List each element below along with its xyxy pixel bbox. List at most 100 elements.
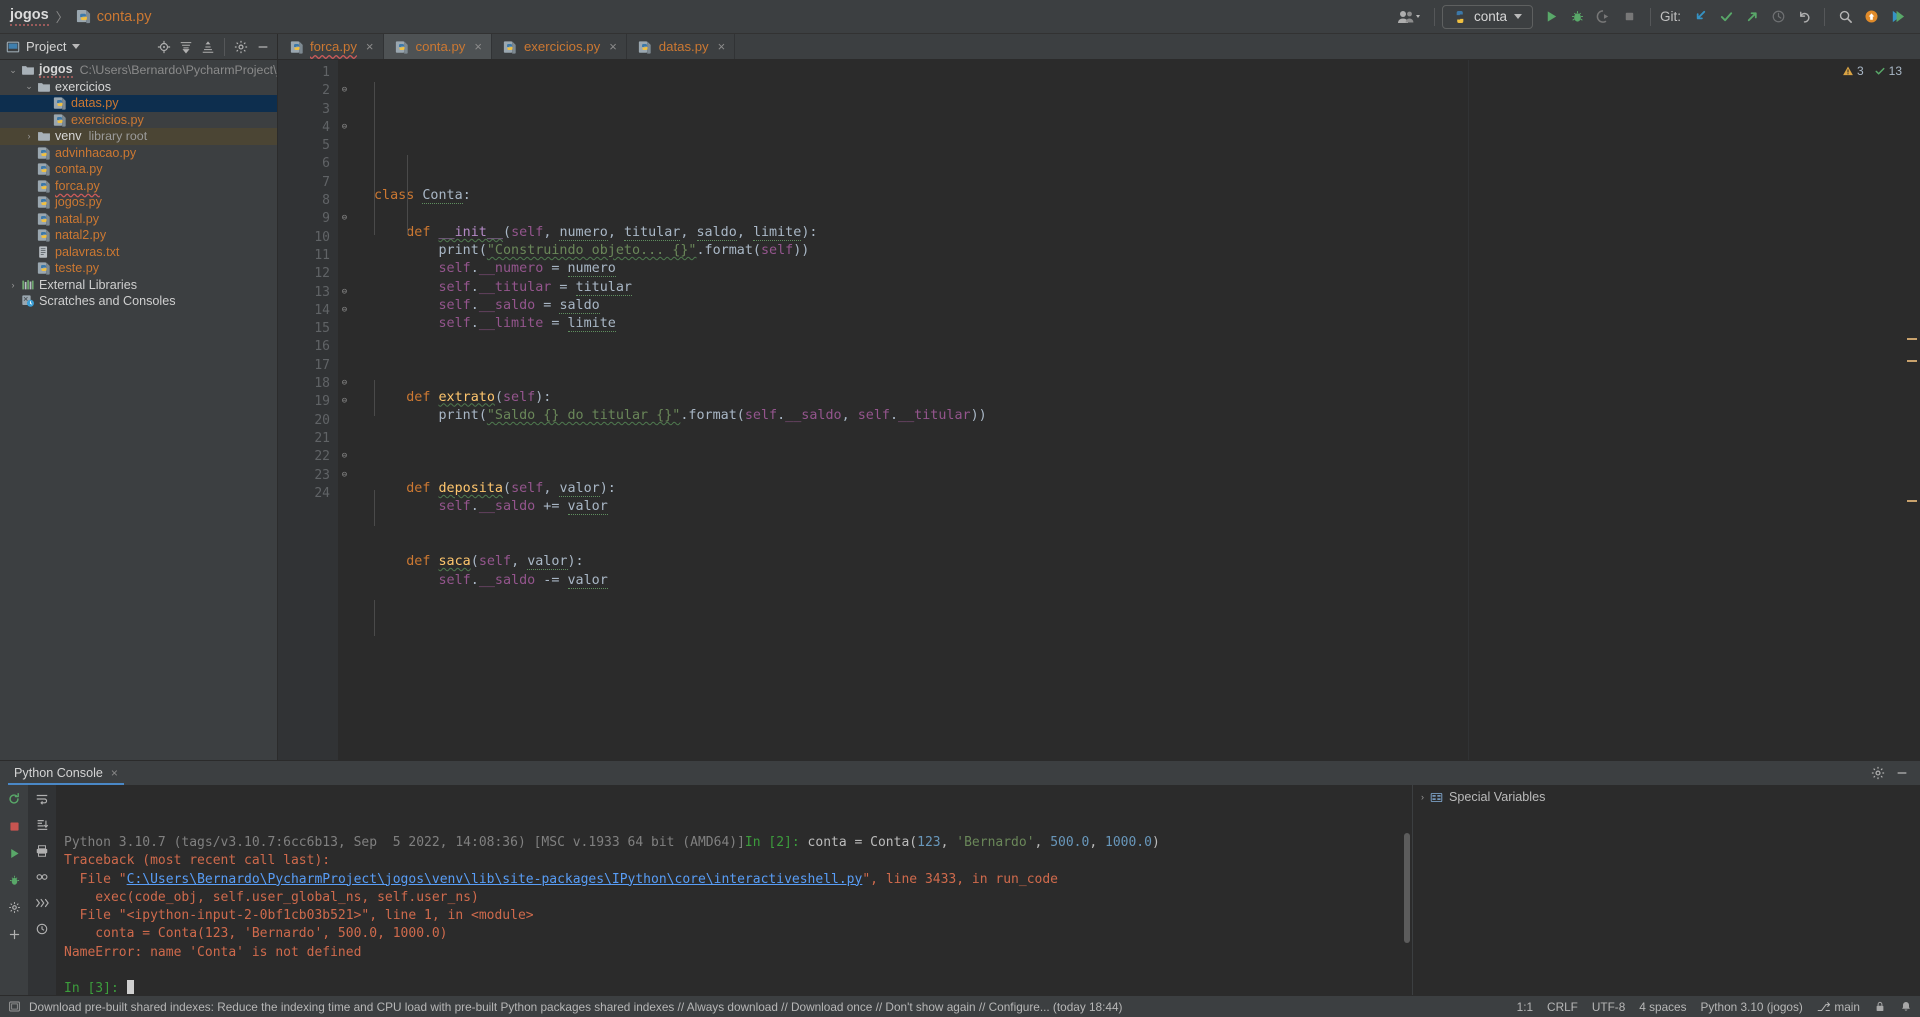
traceback-file-link[interactable]: C:\Users\Bernardo\PycharmProject\jogos\v… bbox=[127, 872, 863, 887]
gutter-line-9[interactable]: 9 ⊖ bbox=[278, 210, 347, 228]
tree-item-jogos[interactable]: ⌄ jogos C:\Users\Bernardo\PycharmProject\j… bbox=[0, 62, 277, 79]
tree-item-natal2-py[interactable]: natal2.py bbox=[0, 227, 277, 244]
close-icon[interactable]: × bbox=[474, 39, 482, 54]
history-icon[interactable] bbox=[1765, 5, 1791, 29]
tree-item-external-libraries[interactable]: › External Libraries bbox=[0, 277, 277, 294]
status-line-separator[interactable]: CRLF bbox=[1547, 1000, 1578, 1014]
status-caret-position[interactable]: 1:1 bbox=[1517, 1000, 1533, 1014]
chevron-down-icon[interactable]: ⌄ bbox=[6, 65, 20, 76]
code-line-6[interactable]: self.__numero = numero bbox=[374, 260, 1468, 278]
editor-gutter[interactable]: 1 2 ⊖ 3 4 ⊖ 5 6 7 8 9 ⊖ 10 11 12 13 ⊖ 14 ⊖ 15 16 17 18 ⊖ 19 ⊖ 20 21… bbox=[278, 60, 347, 760]
search-everywhere-icon[interactable] bbox=[1832, 5, 1858, 29]
code-line-15[interactable] bbox=[374, 425, 1468, 443]
editor-marker[interactable] bbox=[1907, 338, 1917, 340]
run-icon[interactable] bbox=[1539, 5, 1565, 29]
tab-python-console[interactable]: Python Console × bbox=[8, 761, 124, 785]
chevron-right-icon[interactable]: › bbox=[6, 280, 20, 290]
code-line-2[interactable]: class Conta: bbox=[374, 187, 1468, 205]
editor-tab-exercicios-py[interactable]: exercicios.py × bbox=[492, 34, 627, 59]
warning-count[interactable]: 3 bbox=[1842, 64, 1864, 78]
git-push-icon[interactable] bbox=[1739, 5, 1765, 29]
gutter-line-8[interactable]: 8 bbox=[278, 192, 338, 210]
close-icon[interactable]: × bbox=[609, 39, 617, 54]
editor-tab-conta-py[interactable]: conta.py × bbox=[383, 34, 492, 59]
collapse-all-icon[interactable] bbox=[176, 37, 196, 57]
gutter-line-12[interactable]: 12 bbox=[278, 265, 338, 283]
code-line-7[interactable]: self.__titular = titular bbox=[374, 279, 1468, 297]
code-line-8[interactable]: self.__saldo = saldo bbox=[374, 297, 1468, 315]
tree-item-natal-py[interactable]: natal.py bbox=[0, 211, 277, 228]
code-line-4[interactable]: def __init__(self, numero, titular, sald… bbox=[374, 224, 1468, 242]
close-icon[interactable]: × bbox=[718, 39, 726, 54]
gutter-line-22[interactable]: 22 ⊖ bbox=[278, 448, 347, 466]
settings-icon[interactable] bbox=[1868, 763, 1888, 783]
project-panel-title[interactable]: Project bbox=[26, 39, 66, 54]
inspection-widget[interactable]: 3 13 bbox=[1842, 64, 1902, 78]
code-line-5[interactable]: print("Construindo objeto... {}".format(… bbox=[374, 242, 1468, 260]
editor-marker[interactable] bbox=[1907, 500, 1917, 502]
run-coverage-icon[interactable] bbox=[1591, 5, 1617, 29]
git-commit-icon[interactable] bbox=[1713, 5, 1739, 29]
gutter-line-19[interactable]: 19 ⊖ bbox=[278, 393, 347, 411]
expand-all-icon[interactable] bbox=[198, 37, 218, 57]
close-icon[interactable]: × bbox=[111, 766, 118, 780]
show-prompt-icon[interactable] bbox=[32, 893, 52, 913]
gutter-line-10[interactable]: 10 bbox=[278, 229, 338, 247]
history-icon[interactable] bbox=[32, 919, 52, 939]
print-icon[interactable] bbox=[32, 841, 52, 861]
gutter-line-2[interactable]: 2 ⊖ bbox=[278, 82, 347, 100]
code-line-11[interactable] bbox=[374, 352, 1468, 370]
tree-item-advinhacao-py[interactable]: advinhacao.py bbox=[0, 145, 277, 162]
show-variables-icon[interactable] bbox=[32, 867, 52, 887]
gutter-line-24[interactable]: 24 bbox=[278, 485, 338, 503]
gutter-line-18[interactable]: 18 ⊖ bbox=[278, 375, 347, 393]
code-line-12[interactable] bbox=[374, 370, 1468, 388]
execute-icon[interactable] bbox=[4, 843, 24, 863]
gutter-line-6[interactable]: 6 bbox=[278, 155, 338, 173]
chevron-down-icon[interactable] bbox=[72, 44, 81, 49]
hide-panel-icon[interactable] bbox=[1892, 763, 1912, 783]
gutter-line-15[interactable]: 15 bbox=[278, 320, 338, 338]
user-account-icon[interactable] bbox=[1393, 5, 1427, 29]
code-line-14[interactable]: print("Saldo {} do titular {}".format(se… bbox=[374, 407, 1468, 425]
editor-marker[interactable] bbox=[1907, 360, 1917, 362]
code-line-16[interactable] bbox=[374, 443, 1468, 461]
tree-item-forca-py[interactable]: forca.py bbox=[0, 178, 277, 195]
console-output[interactable]: Python 3.10.7 (tags/v3.10.7:6cc6b13, Sep… bbox=[56, 785, 1412, 995]
bell-icon[interactable] bbox=[1900, 1000, 1912, 1013]
tree-item-scratches-and-consoles[interactable]: Scratches and Consoles bbox=[0, 293, 277, 310]
chevron-right-icon[interactable]: › bbox=[22, 131, 36, 141]
code-editor[interactable]: 1 2 ⊖ 3 4 ⊖ 5 6 7 8 9 ⊖ 10 11 12 13 ⊖ 14 ⊖ 15 16 17 18 ⊖ 19 ⊖ 20 21… bbox=[278, 60, 1920, 760]
gutter-line-16[interactable]: 16 bbox=[278, 338, 338, 356]
console-scrollbar[interactable] bbox=[1404, 833, 1410, 943]
gutter-line-3[interactable]: 3 bbox=[278, 101, 338, 119]
project-tree[interactable]: ⌄jogosC:\Users\Bernardo\PycharmProject\j… bbox=[0, 60, 278, 760]
notifications-update-icon[interactable] bbox=[1858, 5, 1884, 29]
git-update-icon[interactable] bbox=[1687, 5, 1713, 29]
close-icon[interactable]: × bbox=[366, 39, 374, 54]
tree-item-conta-py[interactable]: conta.py bbox=[0, 161, 277, 178]
run-configuration-selector[interactable]: conta bbox=[1441, 4, 1533, 29]
status-indent-size[interactable]: 4 spaces bbox=[1639, 1000, 1686, 1014]
gutter-line-23[interactable]: 23 ⊖ bbox=[278, 467, 347, 485]
code-line-22[interactable]: def saca(self, valor): bbox=[374, 553, 1468, 571]
tree-item-exercicios-py[interactable]: exercicios.py bbox=[0, 112, 277, 129]
gutter-line-11[interactable]: 11 bbox=[278, 247, 338, 265]
hide-panel-icon[interactable] bbox=[253, 37, 273, 57]
editor-tab-forca-py[interactable]: forca.py × bbox=[278, 34, 384, 59]
gutter-line-14[interactable]: 14 ⊖ bbox=[278, 302, 347, 320]
code-line-20[interactable] bbox=[374, 517, 1468, 535]
editor-code[interactable]: class Conta: def __init__(self, numero, … bbox=[338, 60, 1468, 760]
editor-tab-datas-py[interactable]: datas.py × bbox=[627, 34, 736, 59]
status-git-branch[interactable]: ⎇ main bbox=[1817, 1000, 1860, 1014]
chevron-down-icon[interactable]: ⌄ bbox=[22, 81, 36, 92]
code-line-23[interactable]: self.__saldo -= valor bbox=[374, 572, 1468, 590]
code-line-9[interactable]: self.__limite = limite bbox=[374, 315, 1468, 333]
status-python-interpreter[interactable]: Python 3.10 (jogos) bbox=[1701, 1000, 1803, 1014]
breadcrumb-file[interactable]: conta.py bbox=[97, 9, 152, 25]
gutter-line-17[interactable]: 17 bbox=[278, 357, 338, 375]
lock-icon[interactable] bbox=[1874, 1000, 1886, 1013]
gutter-line-1[interactable]: 1 bbox=[278, 64, 338, 82]
debug-icon[interactable] bbox=[4, 870, 24, 890]
code-line-3[interactable] bbox=[374, 206, 1468, 224]
